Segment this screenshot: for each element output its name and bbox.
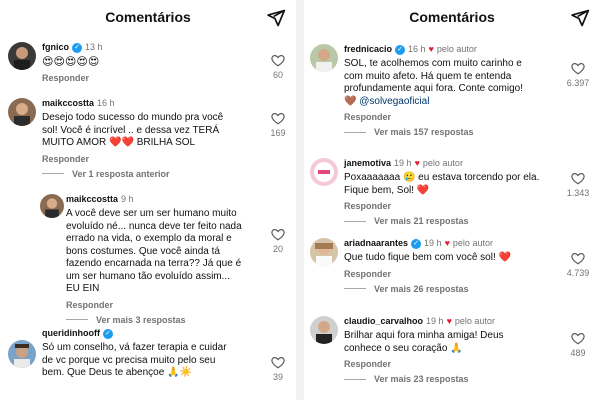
- heart-outline-icon[interactable]: [571, 332, 585, 345]
- reply-button[interactable]: Responder: [344, 269, 564, 279]
- view-replies-button[interactable]: Ver mais 157 respostas: [344, 127, 564, 137]
- like-count: 60: [272, 70, 283, 80]
- username[interactable]: ariadnaarantes: [344, 238, 408, 249]
- heart-outline-icon[interactable]: [271, 228, 285, 241]
- view-replies-button[interactable]: Ver mais 3 respostas: [66, 315, 256, 325]
- username[interactable]: queridinhooff: [42, 328, 100, 339]
- timestamp: 16 h: [408, 44, 426, 54]
- comments-panel-left: Comentários fgnico ✓ 13 h 😍😍😍😍😍 Responde…: [0, 0, 296, 400]
- reply-button[interactable]: Responder: [42, 154, 257, 164]
- avatar[interactable]: [310, 158, 338, 186]
- timestamp: 9 h: [121, 194, 134, 204]
- view-replies-button[interactable]: Ver mais 21 respostas: [344, 216, 564, 226]
- comments-header: Comentários: [304, 0, 600, 34]
- verified-badge-icon: ✓: [72, 42, 82, 53]
- username[interactable]: frednicacio: [344, 44, 392, 55]
- author-liked-label: pelo autor: [436, 44, 477, 54]
- timestamp: 16 h: [97, 98, 115, 108]
- verified-badge-icon: ✓: [103, 328, 113, 339]
- avatar[interactable]: [8, 42, 36, 70]
- author-liked-label: pelo autor: [422, 158, 463, 168]
- username[interactable]: claudio_carvalhoo: [344, 316, 423, 327]
- avatar[interactable]: [8, 340, 36, 368]
- send-icon[interactable]: [570, 8, 590, 28]
- username[interactable]: maikccostta: [66, 194, 118, 205]
- author-liked-heart-icon: ♥: [414, 158, 420, 168]
- heart-outline-icon[interactable]: [571, 172, 585, 185]
- verified-badge-icon: ✓: [411, 238, 422, 249]
- reply-button[interactable]: Responder: [66, 300, 256, 310]
- comment-text: Brilhar aqui fora minha amiga! Deus conh…: [344, 330, 504, 354]
- view-replies-button[interactable]: Ver 1 resposta anterior: [42, 169, 257, 179]
- like-count: 39: [272, 372, 283, 382]
- like-count: 4.739: [566, 268, 590, 278]
- panel-divider: [296, 0, 304, 400]
- like-count: 20: [272, 244, 283, 254]
- avatar[interactable]: [310, 316, 338, 344]
- verified-badge-icon: ✓: [395, 44, 406, 55]
- mention-link[interactable]: 🤎 @solvegaoficial: [344, 96, 564, 109]
- avatar[interactable]: [8, 98, 36, 126]
- like-count: 1.343: [566, 188, 590, 198]
- view-replies-button[interactable]: Ver mais 26 respostas: [344, 284, 564, 294]
- heart-outline-icon[interactable]: [271, 54, 285, 67]
- username[interactable]: fgnico: [42, 42, 69, 53]
- like-count: 169: [270, 128, 286, 138]
- author-liked-label: pelo autor: [452, 238, 493, 248]
- heart-outline-icon[interactable]: [271, 112, 285, 125]
- header-title: Comentários: [409, 9, 495, 25]
- author-liked-heart-icon: ♥: [446, 316, 452, 326]
- reply-button[interactable]: Responder: [42, 73, 252, 83]
- like-count: 6.397: [566, 78, 590, 88]
- comment-text: 😍😍😍😍😍: [42, 56, 100, 68]
- author-liked-heart-icon: ♥: [444, 238, 450, 248]
- comment-text: Desejo todo sucesso do mundo pra você so…: [42, 112, 224, 148]
- comment-text: Que tudo fique bem com você sol! ❤️: [344, 252, 511, 263]
- timestamp: 19 h: [424, 238, 442, 248]
- heart-outline-icon[interactable]: [571, 252, 585, 265]
- comments-panel-right: Comentários frednicacio ✓ 16 h ♥ pelo au…: [304, 0, 600, 400]
- timestamp: 13 h: [85, 42, 103, 52]
- username[interactable]: maikccostta: [42, 98, 94, 109]
- comments-header: Comentários: [0, 0, 296, 34]
- timestamp: 19 h: [426, 316, 444, 326]
- author-liked-label: pelo autor: [454, 316, 495, 326]
- comment-text: SOL, te acolhemos com muito carinho e co…: [344, 58, 564, 108]
- avatar[interactable]: [310, 238, 338, 266]
- comment-text: Só um conselho, vá fazer terapia e cuida…: [42, 342, 227, 378]
- heart-outline-icon[interactable]: [571, 62, 585, 75]
- send-icon[interactable]: [266, 8, 286, 28]
- timestamp: 19 h: [394, 158, 412, 168]
- reply-button[interactable]: Responder: [344, 359, 564, 369]
- avatar[interactable]: [310, 44, 338, 72]
- author-liked-heart-icon: ♥: [428, 44, 434, 54]
- avatar[interactable]: [40, 194, 64, 218]
- comment-text: A você deve ser um ser humano muito evol…: [66, 208, 242, 294]
- username[interactable]: janemotiva: [344, 158, 391, 169]
- header-title: Comentários: [105, 9, 191, 25]
- like-count: 489: [570, 348, 586, 358]
- view-replies-button[interactable]: Ver mais 23 respostas: [344, 374, 564, 384]
- heart-outline-icon[interactable]: [271, 356, 285, 369]
- comment-text: Poxaaaaaaa 🥲 eu estava torcendo por ela.…: [344, 172, 540, 196]
- reply-button[interactable]: Responder: [344, 201, 564, 211]
- reply-button[interactable]: Responder: [344, 112, 564, 122]
